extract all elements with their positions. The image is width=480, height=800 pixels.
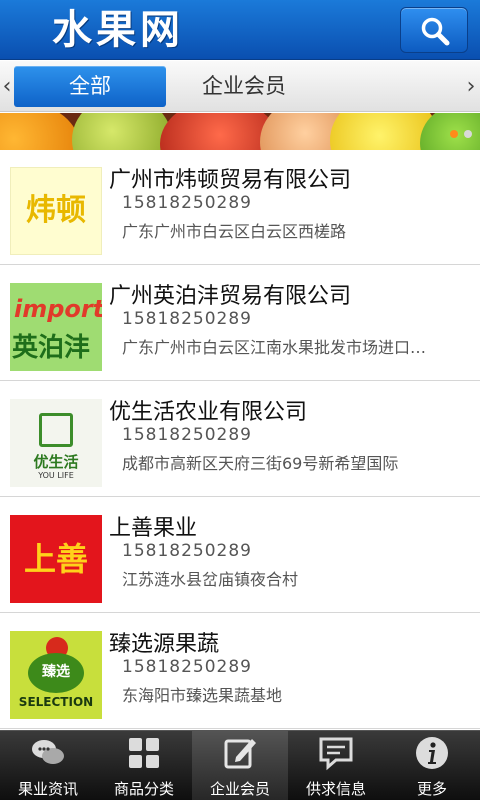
tab-enterprise-members[interactable]: 企业会员 — [172, 66, 316, 107]
company-logo-text: 优生活 — [33, 453, 79, 471]
nav-label: 供求信息 — [305, 780, 366, 798]
category-tabbar: ‹ 全部 企业会员 › — [0, 61, 480, 112]
bottom-navigation: 果业资讯 商品分类 企业会员 供求信息 更多 — [0, 730, 480, 800]
message-icon — [319, 737, 353, 771]
tabs-scroll-right-icon[interactable]: › — [464, 61, 478, 112]
fruit-banner[interactable] — [0, 113, 480, 150]
company-logo-text: import — [14, 295, 102, 323]
company-address: 成都市高新区天府三街69号新希望国际 — [122, 454, 399, 473]
company-phone: 15818250289 — [122, 657, 252, 677]
company-logo: import 英泊沣 — [10, 283, 102, 371]
app-logo: 水果网 — [52, 7, 184, 53]
nav-item-categories[interactable]: 商品分类 — [96, 731, 192, 800]
company-phone: 15818250289 — [122, 541, 252, 561]
company-logo: 上善 — [10, 515, 102, 603]
company-phone: 15818250289 — [122, 309, 252, 329]
company-address: 江苏涟水县岔庙镇夜合村 — [122, 570, 299, 589]
nav-label: 企业会员 — [209, 780, 270, 798]
list-item[interactable]: 炜顿 广州市炜顿贸易有限公司 15818250289 广东广州市白云区白云区西槎… — [0, 150, 480, 265]
company-logo-subtext: YOU LIFE — [38, 471, 74, 480]
banner-dot — [464, 130, 472, 138]
company-name: 上善果业 — [109, 516, 198, 541]
company-logo: 优生活 YOU LIFE — [10, 399, 102, 487]
leaf-icon — [39, 413, 73, 447]
list-item[interactable]: 上善 上善果业 15818250289 江苏涟水县岔庙镇夜合村 — [0, 498, 480, 613]
banner-dot-active — [450, 130, 458, 138]
search-button[interactable] — [400, 7, 468, 53]
company-list: 炜顿 广州市炜顿贸易有限公司 15818250289 广东广州市白云区白云区西槎… — [0, 150, 480, 730]
company-phone: 15818250289 — [122, 425, 252, 445]
nav-item-more[interactable]: 更多 — [384, 731, 480, 800]
company-logo-subtext: SELECTION — [18, 695, 94, 709]
company-logo-text: 上善 — [23, 540, 88, 578]
info-icon — [416, 737, 448, 769]
company-logo-text: 英泊沣 — [12, 333, 91, 363]
nav-label: 商品分类 — [113, 780, 174, 798]
company-phone: 15818250289 — [122, 193, 252, 213]
list-item[interactable]: import 英泊沣 广州英泊沣贸易有限公司 15818250289 广东广州市… — [0, 266, 480, 381]
company-name: 广州市炜顿贸易有限公司 — [109, 168, 352, 193]
nav-label: 果业资讯 — [17, 780, 78, 798]
company-logo: 臻选 SELECTION — [10, 631, 102, 719]
company-name: 臻选源果蔬 — [109, 632, 220, 657]
company-address: 广东广州市白云区白云区西槎路 — [122, 222, 347, 241]
app-header: 水果网 — [0, 0, 480, 60]
search-icon — [421, 17, 450, 46]
company-address: 广东广州市白云区江南水果批发市场进口… — [122, 338, 427, 357]
chat-bubbles-icon — [32, 740, 64, 764]
company-logo-text: 炜顿 — [26, 193, 86, 228]
company-address: 东海阳市臻选果蔬基地 — [122, 686, 283, 705]
nav-item-fruit-news[interactable]: 果业资讯 — [0, 731, 96, 800]
edit-icon — [224, 739, 256, 769]
nav-item-supply-demand[interactable]: 供求信息 — [288, 731, 384, 800]
nav-label: 更多 — [416, 780, 447, 798]
company-name: 广州英泊沣贸易有限公司 — [109, 284, 352, 309]
tab-all[interactable]: 全部 — [14, 66, 166, 107]
list-item[interactable]: 优生活 YOU LIFE 优生活农业有限公司 15818250289 成都市高新… — [0, 382, 480, 497]
banner-apple-green — [72, 113, 172, 150]
grid-icon — [129, 738, 159, 768]
banner-orange — [0, 113, 80, 150]
nav-item-enterprise-members[interactable]: 企业会员 — [192, 731, 288, 800]
company-logo-text: 臻选 — [42, 664, 70, 680]
list-item[interactable]: 臻选 SELECTION 臻选源果蔬 15818250289 东海阳市臻选果蔬基… — [0, 614, 480, 729]
company-name: 优生活农业有限公司 — [109, 400, 308, 425]
tabs-scroll-left-icon[interactable]: ‹ — [0, 61, 14, 112]
company-logo: 炜顿 — [10, 167, 102, 255]
banner-pagination — [444, 123, 472, 142]
